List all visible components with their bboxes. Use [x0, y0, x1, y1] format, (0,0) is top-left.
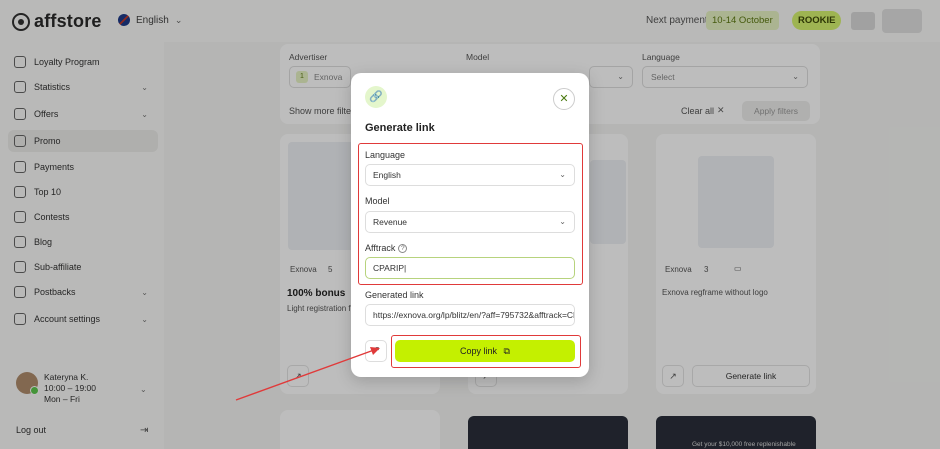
annotation-arrow [235, 347, 380, 401]
